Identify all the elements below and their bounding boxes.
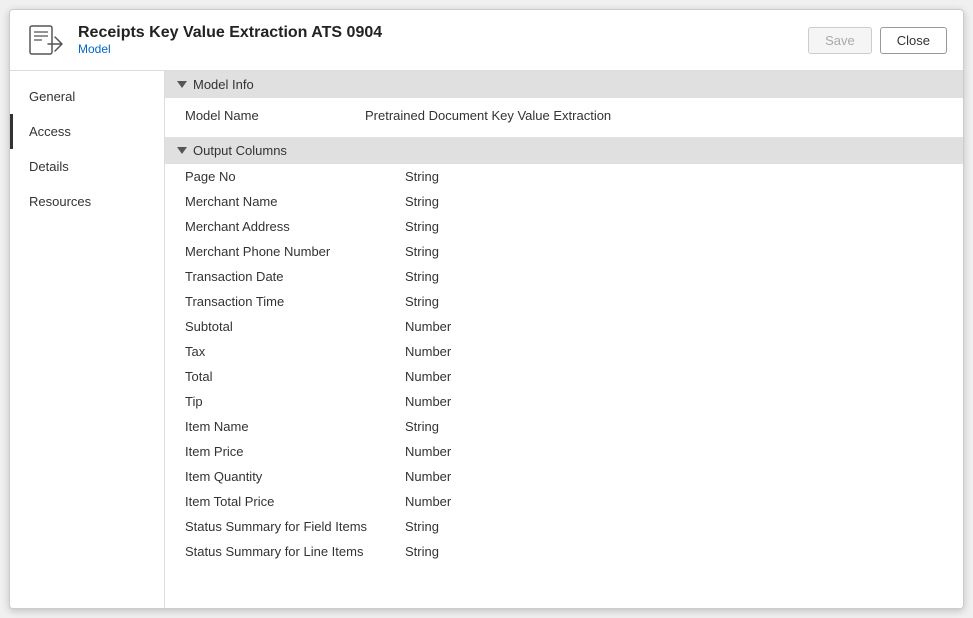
- table-row: Page No String: [165, 164, 963, 189]
- table-row: Status Summary for Field Items String: [165, 514, 963, 539]
- output-col-type: String: [405, 294, 439, 309]
- content-area[interactable]: Model Info Model Name Pretrained Documen…: [165, 71, 963, 608]
- modal-subtitle: Model: [78, 42, 808, 56]
- modal-header: Receipts Key Value Extraction ATS 0904 M…: [10, 10, 963, 71]
- output-col-name: Tax: [185, 344, 405, 359]
- output-col-type: Number: [405, 469, 451, 484]
- header-text: Receipts Key Value Extraction ATS 0904 M…: [78, 24, 808, 56]
- output-col-name: Page No: [185, 169, 405, 184]
- table-row: Transaction Date String: [165, 264, 963, 289]
- model-name-value: Pretrained Document Key Value Extraction: [365, 108, 611, 123]
- table-row: Tax Number: [165, 339, 963, 364]
- collapse-triangle-icon: [177, 81, 187, 88]
- output-rows-container: Page No String Merchant Name String Merc…: [165, 164, 963, 564]
- output-col-type: Number: [405, 494, 451, 509]
- table-row: Merchant Phone Number String: [165, 239, 963, 264]
- sidebar-item-access[interactable]: Access: [10, 114, 164, 149]
- close-button[interactable]: Close: [880, 27, 947, 54]
- output-col-name: Merchant Name: [185, 194, 405, 209]
- table-row: Tip Number: [165, 389, 963, 414]
- output-col-name: Total: [185, 369, 405, 384]
- output-col-name: Item Name: [185, 419, 405, 434]
- sidebar-item-details[interactable]: Details: [10, 149, 164, 184]
- output-columns-section: Output Columns Page No String Merchant N…: [165, 137, 963, 564]
- output-columns-header: Output Columns: [165, 137, 963, 164]
- table-row: Total Number: [165, 364, 963, 389]
- output-col-name: Status Summary for Line Items: [185, 544, 405, 559]
- output-col-type: String: [405, 169, 439, 184]
- output-col-name: Status Summary for Field Items: [185, 519, 405, 534]
- output-col-type: Number: [405, 319, 451, 334]
- table-row: Item Quantity Number: [165, 464, 963, 489]
- output-col-name: Transaction Time: [185, 294, 405, 309]
- model-info-label: Model Info: [193, 77, 254, 92]
- output-col-type: String: [405, 419, 439, 434]
- output-col-type: String: [405, 219, 439, 234]
- output-col-type: Number: [405, 344, 451, 359]
- sidebar-item-resources[interactable]: Resources: [10, 184, 164, 219]
- modal-container: Receipts Key Value Extraction ATS 0904 M…: [9, 9, 964, 609]
- output-col-name: Subtotal: [185, 319, 405, 334]
- save-button[interactable]: Save: [808, 27, 872, 54]
- collapse-triangle-icon-2: [177, 147, 187, 154]
- output-col-type: String: [405, 519, 439, 534]
- sidebar-item-general[interactable]: General: [10, 79, 164, 114]
- output-col-type: String: [405, 544, 439, 559]
- table-row: Item Price Number: [165, 439, 963, 464]
- model-name-row: Model Name Pretrained Document Key Value…: [165, 98, 963, 133]
- sidebar: General Access Details Resources: [10, 71, 165, 608]
- modal-body: General Access Details Resources Model I…: [10, 71, 963, 608]
- output-col-type: String: [405, 244, 439, 259]
- modal-title: Receipts Key Value Extraction ATS 0904: [78, 24, 808, 42]
- model-info-header: Model Info: [165, 71, 963, 98]
- output-col-type: Number: [405, 444, 451, 459]
- output-col-name: Item Price: [185, 444, 405, 459]
- table-row: Merchant Name String: [165, 189, 963, 214]
- table-row: Subtotal Number: [165, 314, 963, 339]
- output-col-name: Item Total Price: [185, 494, 405, 509]
- table-row: Transaction Time String: [165, 289, 963, 314]
- output-col-name: Merchant Address: [185, 219, 405, 234]
- output-columns-label: Output Columns: [193, 143, 287, 158]
- table-row: Item Name String: [165, 414, 963, 439]
- model-name-label: Model Name: [185, 108, 365, 123]
- header-actions: Save Close: [808, 27, 947, 54]
- output-col-name: Merchant Phone Number: [185, 244, 405, 259]
- table-row: Merchant Address String: [165, 214, 963, 239]
- output-col-name: Transaction Date: [185, 269, 405, 284]
- output-col-type: Number: [405, 394, 451, 409]
- output-col-type: String: [405, 269, 439, 284]
- output-col-name: Item Quantity: [185, 469, 405, 484]
- table-row: Status Summary for Line Items String: [165, 539, 963, 564]
- table-row: Item Total Price Number: [165, 489, 963, 514]
- output-col-name: Tip: [185, 394, 405, 409]
- app-icon: [26, 20, 66, 60]
- output-col-type: String: [405, 194, 439, 209]
- output-col-type: Number: [405, 369, 451, 384]
